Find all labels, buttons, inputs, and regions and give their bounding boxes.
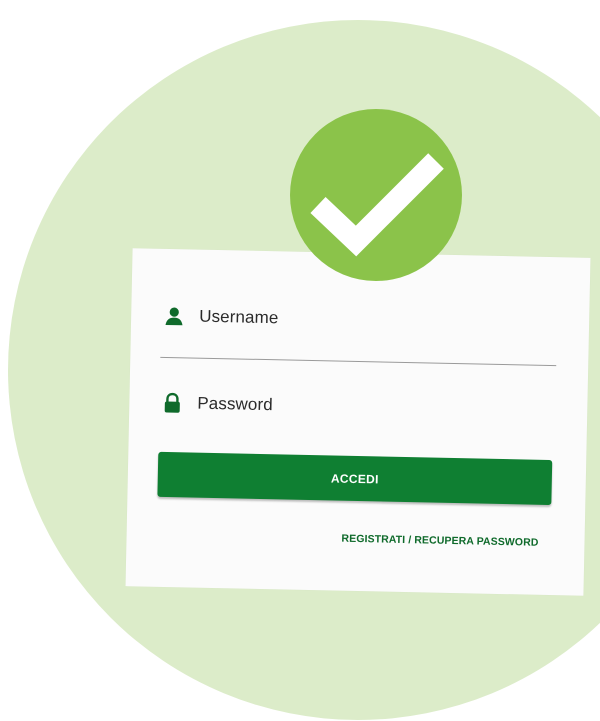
username-field[interactable]: Username (163, 305, 279, 329)
checkmark-icon (310, 153, 444, 257)
success-badge (290, 109, 462, 281)
register-recover-link[interactable]: REGISTRATI / RECUPERA PASSWORD (341, 533, 538, 549)
password-field[interactable]: Password (161, 392, 273, 416)
user-icon (163, 305, 185, 327)
login-card: Username Password ACCEDI REGISTRATI / RE… (125, 248, 591, 596)
login-button[interactable]: ACCEDI (157, 451, 553, 506)
password-label: Password (197, 393, 273, 415)
username-underline (160, 356, 557, 367)
username-label: Username (198, 306, 279, 328)
lock-icon (161, 392, 183, 414)
login-illustration: Username Password ACCEDI REGISTRATI / RE… (0, 0, 600, 721)
